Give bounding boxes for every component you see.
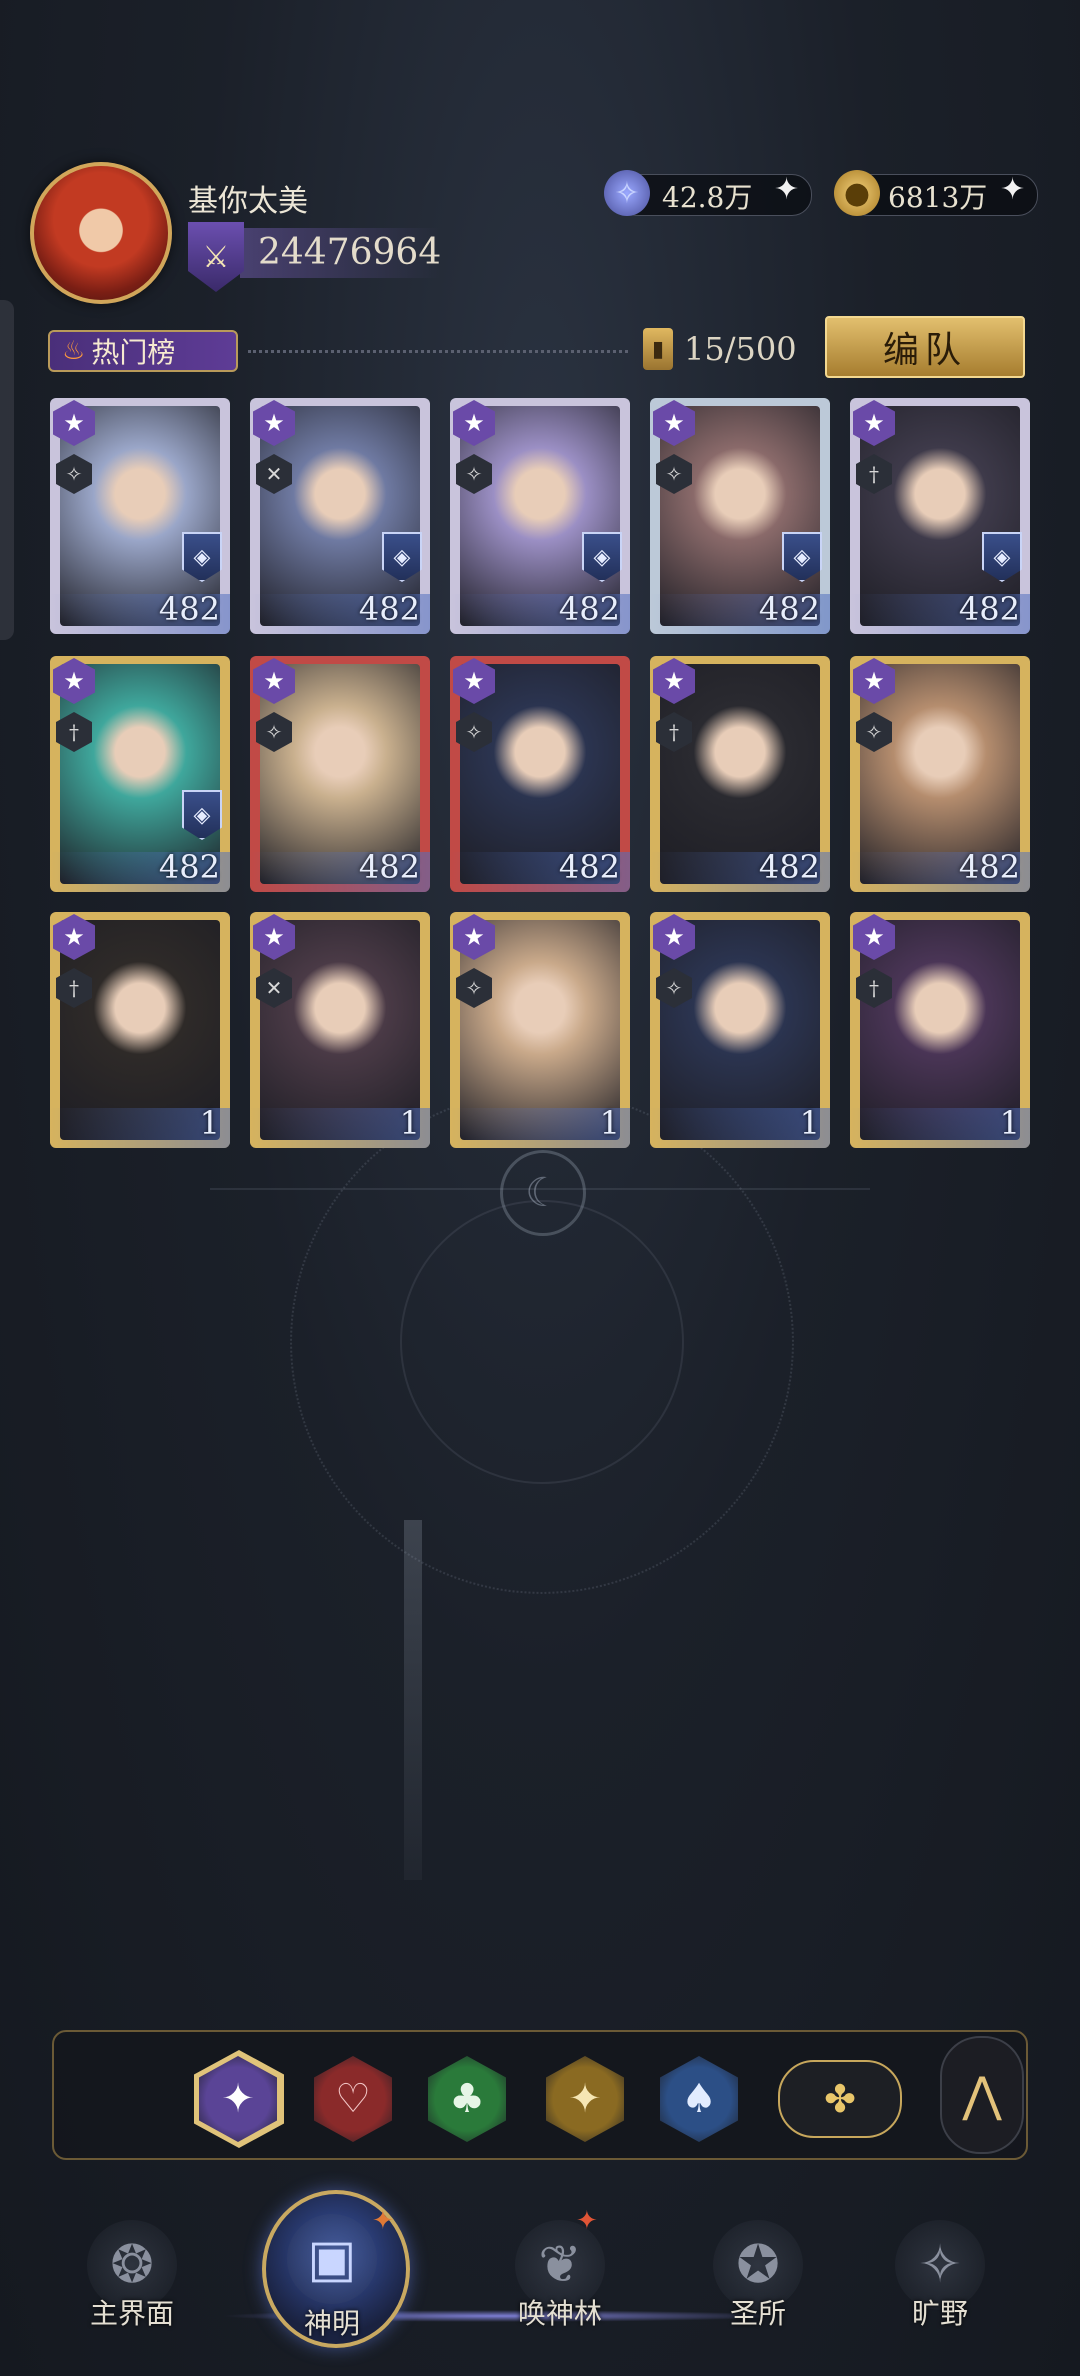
crystal-icon: ✧ (604, 170, 650, 216)
hero-card[interactable]: ★ † 1 (50, 912, 230, 1148)
hero-card[interactable]: ★ ✕ ◈ 482 (250, 398, 430, 634)
nav-item-4[interactable]: ✧ 旷野 (870, 2220, 1010, 2350)
card-level: 482 (158, 590, 220, 628)
crossed-swords-icon: ⚔ (188, 222, 244, 292)
hero-card[interactable]: ★ ✧ 482 (450, 656, 630, 892)
background-decoration (400, 1200, 684, 1484)
card-level: 482 (358, 590, 420, 628)
hero-card[interactable]: ★ ✧ 1 (450, 912, 630, 1148)
card-level: 482 (558, 590, 620, 628)
hero-card[interactable]: ★ ✧ 482 (250, 656, 430, 892)
card-level: 482 (958, 590, 1020, 628)
avatar[interactable] (30, 162, 172, 304)
card-bag-icon: ▮ (643, 328, 673, 370)
nav-label: 神明 (303, 2307, 360, 2340)
god-card-icon: ▣ (287, 2214, 377, 2304)
notification-dot: ✦ (372, 2206, 394, 2236)
nav-item-0[interactable]: ❂ 主界面 (62, 2220, 202, 2350)
sword-decoration (404, 1520, 422, 1880)
hero-card[interactable]: ★ † 482 (650, 656, 830, 892)
card-level: 482 (958, 848, 1020, 886)
hero-card[interactable]: ★ † 1 (850, 912, 1030, 1148)
power-value: 24476964 (258, 232, 442, 273)
side-drawer-handle[interactable] (0, 300, 14, 640)
card-level: 482 (558, 848, 620, 886)
gold-value: 6813万 (888, 181, 988, 214)
notification-dot: ✦ (576, 2206, 598, 2236)
nav-label: 主界面 (89, 2297, 174, 2330)
moon-emblem-icon: ☾ (500, 1150, 586, 1236)
hero-card[interactable]: ★ † ◈ 482 (50, 656, 230, 892)
divider (248, 350, 628, 353)
nav-label: 唤神林 (517, 2297, 602, 2330)
nav-item-3[interactable]: ✪ 圣所 (688, 2220, 828, 2350)
card-count: 15/500 (684, 330, 797, 368)
nav-item-2[interactable]: ❦ 唤神林 (490, 2220, 630, 2350)
team-button[interactable]: 编队 (825, 316, 1025, 378)
crystal-value: 42.8万 (662, 181, 753, 214)
card-level: 1 (999, 1104, 1020, 1142)
card-level: 1 (199, 1104, 220, 1142)
nav-label: 旷野 (911, 2297, 968, 2330)
hero-card[interactable]: ★ ✧ 1 (650, 912, 830, 1148)
card-level: 482 (158, 848, 220, 886)
hot-ranking-label: 热门榜 (91, 336, 176, 369)
hero-card[interactable]: ★ ✧ 482 (850, 656, 1030, 892)
card-level: 1 (799, 1104, 820, 1142)
nav-item-1[interactable]: ▣ 神明 (262, 2214, 402, 2350)
grid-view-icon[interactable]: ✤ (778, 2060, 902, 2138)
card-level: 482 (758, 590, 820, 628)
card-level: 482 (758, 848, 820, 886)
nav-label: 圣所 (729, 2297, 786, 2330)
hero-card[interactable]: ★ ✕ 1 (250, 912, 430, 1148)
add-gold-button[interactable]: ✦ (1000, 172, 1025, 207)
card-level: 482 (358, 848, 420, 886)
hero-card[interactable]: ★ ✧ ◈ 482 (50, 398, 230, 634)
card-level: 1 (599, 1104, 620, 1142)
hero-card[interactable]: ★ ✧ ◈ 482 (650, 398, 830, 634)
flame-icon: ♨ (62, 336, 86, 366)
add-crystal-button[interactable]: ✦ (774, 172, 799, 207)
gold-coin-icon: ● (834, 170, 880, 216)
card-level: 1 (399, 1104, 420, 1142)
hero-card[interactable]: ★ ✧ ◈ 482 (450, 398, 630, 634)
collapse-chevron-icon[interactable]: ⋀ (940, 2036, 1024, 2154)
player-name: 基你太美 (188, 184, 308, 219)
hot-ranking-tab[interactable]: ♨ 热门榜 (48, 330, 238, 372)
hero-card[interactable]: ★ † ◈ 482 (850, 398, 1030, 634)
